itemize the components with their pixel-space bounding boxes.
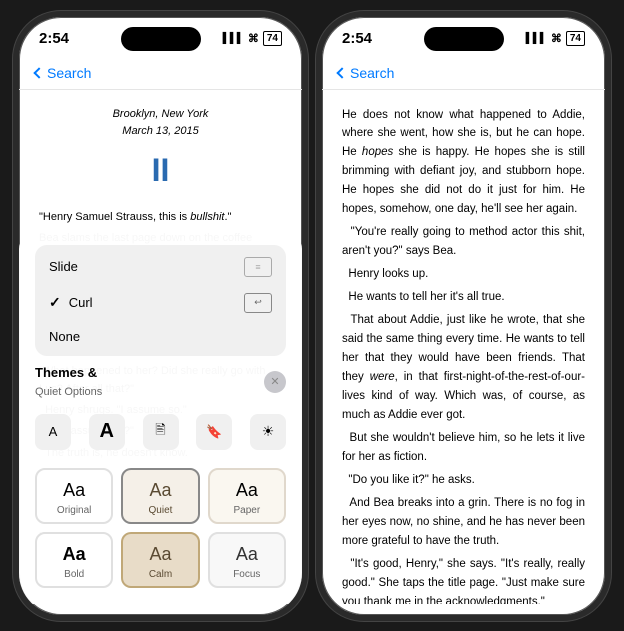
- scroll-option-none[interactable]: None: [35, 321, 286, 352]
- app-container: 2:54 ▌▌▌ ⌘ 74 Search Brooklyn, New York …: [0, 0, 624, 631]
- location-line2: March 13, 2015: [39, 123, 282, 141]
- theme-original-aa: Aa: [63, 480, 85, 501]
- chevron-left-icon: [33, 67, 44, 78]
- chevron-right-icon: [336, 67, 347, 78]
- font-size-large-button[interactable]: A: [89, 414, 125, 450]
- theme-quiet-name: Quiet: [149, 505, 173, 516]
- theme-focus[interactable]: Aa Focus: [208, 532, 286, 588]
- theme-paper-aa: Aa: [236, 480, 258, 501]
- signal-icon-left: ▌▌▌: [223, 33, 244, 44]
- theme-bold-name: Bold: [64, 569, 84, 580]
- dynamic-island-left: [121, 27, 201, 51]
- theme-focus-aa: Aa: [236, 544, 258, 565]
- scroll-slide-icon: ≡: [244, 257, 272, 277]
- theme-focus-name: Focus: [233, 569, 260, 580]
- home-indicator-right: [322, 604, 605, 621]
- home-bar-right: [414, 617, 514, 621]
- quiet-options-label: Quiet Options: [35, 386, 102, 398]
- time-right: 2:54: [342, 30, 372, 47]
- battery-right: 74: [566, 31, 585, 46]
- scroll-option-curl[interactable]: ✓ Curl ↩: [35, 285, 286, 321]
- theme-original[interactable]: Aa Original: [35, 468, 113, 524]
- rp-5: That about Addie, just like he wrote, th…: [342, 311, 585, 425]
- left-phone: 2:54 ▌▌▌ ⌘ 74 Search Brooklyn, New York …: [13, 11, 308, 621]
- right-phone: 2:54 ▌▌▌ ⌘ 74 Search He does not know wh…: [316, 11, 611, 621]
- home-indicator-left: [19, 604, 302, 621]
- themes-label-row: Themes & Quiet Options ✕: [35, 364, 286, 400]
- nav-bar-right[interactable]: Search: [322, 61, 605, 90]
- rp-7: "Do you like it?" he asks.: [342, 471, 585, 490]
- theme-quiet[interactable]: Aa Quiet: [121, 468, 199, 524]
- dynamic-island-right: [424, 27, 504, 51]
- font-bookmark-button[interactable]: 🔖: [196, 414, 232, 450]
- scroll-slide-label: Slide: [49, 259, 78, 274]
- font-size-small-button[interactable]: A: [35, 414, 71, 450]
- theme-bold-aa: Aa: [63, 544, 86, 565]
- para-1: "Henry Samuel Strauss, this is bullshit.…: [39, 208, 282, 226]
- wifi-icon-right: ⌘: [551, 32, 562, 45]
- status-icons-left: ▌▌▌ ⌘ 74: [223, 31, 282, 46]
- theme-quiet-aa: Aa: [149, 480, 171, 501]
- wifi-icon-left: ⌘: [248, 32, 259, 45]
- rp-1: He does not know what happened to Addie,…: [342, 106, 585, 220]
- themes-title: Themes &: [35, 365, 97, 380]
- signal-icon-right: ▌▌▌: [526, 33, 547, 44]
- book-content-right: He does not know what happened to Addie,…: [322, 90, 605, 604]
- right-book-text: He does not know what happened to Addie,…: [322, 90, 605, 604]
- font-style-button[interactable]: 🖹: [143, 414, 179, 450]
- scroll-curl-label: Curl: [69, 295, 93, 310]
- theme-calm-aa: Aa: [149, 544, 171, 565]
- rp-4: He wants to tell her it's all true.: [342, 288, 585, 307]
- location-line1: Brooklyn, New York: [39, 106, 282, 124]
- curl-check-icon: ✓: [49, 294, 61, 311]
- theme-calm[interactable]: Aa Calm: [121, 532, 199, 588]
- chapter-number: II: [39, 145, 282, 196]
- rp-2: "You're really going to method actor thi…: [342, 223, 585, 261]
- home-bar-left: [111, 617, 211, 621]
- scroll-none-label: None: [49, 329, 80, 344]
- rp-8: And Bea breaks into a grin. There is no …: [342, 494, 585, 551]
- status-icons-right: ▌▌▌ ⌘ 74: [526, 31, 585, 46]
- rp-3: Henry looks up.: [342, 265, 585, 284]
- battery-left: 74: [263, 31, 282, 46]
- back-button-left[interactable]: Search: [35, 65, 91, 81]
- rp-9: "It's good, Henry," she says. "It's real…: [342, 555, 585, 604]
- scroll-option-slide[interactable]: Slide ≡: [35, 249, 286, 285]
- rp-6: But she wouldn't believe him, so he lets…: [342, 429, 585, 467]
- theme-calm-name: Calm: [149, 569, 172, 580]
- font-controls-row: A A 🖹 🔖 ☀: [35, 408, 286, 456]
- theme-paper[interactable]: Aa Paper: [208, 468, 286, 524]
- theme-grid: Aa Original Aa Quiet Aa Paper Aa Bold: [35, 468, 286, 588]
- close-button[interactable]: ✕: [264, 371, 286, 393]
- time-left: 2:54: [39, 30, 69, 47]
- back-button-right[interactable]: Search: [338, 65, 394, 81]
- scroll-curl-icon: ↩: [244, 293, 272, 313]
- theme-bold[interactable]: Aa Bold: [35, 532, 113, 588]
- book-header: Brooklyn, New York March 13, 2015 II: [39, 106, 282, 196]
- theme-original-name: Original: [57, 505, 91, 516]
- brightness-button[interactable]: ☀: [250, 414, 286, 450]
- nav-bar-left[interactable]: Search: [19, 61, 302, 90]
- scroll-options-panel: Slide ≡ ✓ Curl ↩: [35, 245, 286, 356]
- overlay-panel: Slide ≡ ✓ Curl ↩: [19, 233, 302, 604]
- theme-paper-name: Paper: [233, 505, 260, 516]
- book-content-left: Brooklyn, New York March 13, 2015 II "He…: [19, 90, 302, 604]
